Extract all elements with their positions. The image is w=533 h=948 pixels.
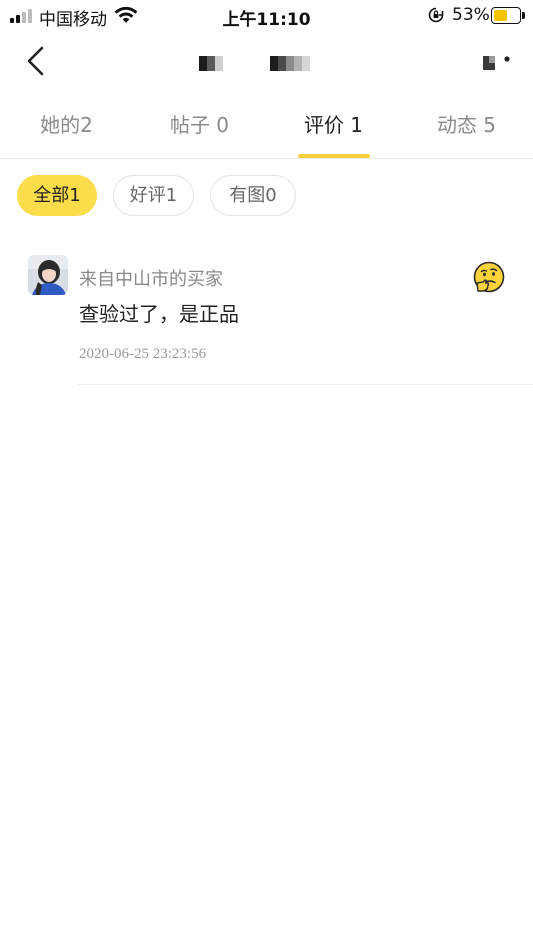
review-content: 查验过了，是正品 xyxy=(79,302,239,326)
review-filters: 全部1 好评1 有图0 xyxy=(0,175,533,217)
nav-bar xyxy=(0,32,533,90)
more-icon[interactable] xyxy=(478,50,514,76)
tab-hers[interactable]: 她的2 xyxy=(0,96,133,158)
tab-reviews[interactable]: 评价 1 xyxy=(267,96,400,158)
blurred-title xyxy=(270,56,310,71)
blurred-username xyxy=(199,56,223,71)
review-buyer-label: 来自中山市的买家 xyxy=(79,269,223,290)
thinking-face-emoji-icon xyxy=(473,261,505,293)
review-item[interactable]: 来自中山市的买家 查验过了，是正品 2020-06-25 23:23:56 xyxy=(0,243,533,385)
tab-activity[interactable]: 动态 5 xyxy=(400,96,533,158)
battery-percent: 53% xyxy=(452,5,490,25)
avatar[interactable] xyxy=(28,255,68,295)
status-bar: 中国移动 上午11:10 53% xyxy=(0,0,533,32)
battery-icon xyxy=(491,7,521,24)
battery-level xyxy=(494,10,507,21)
filter-with-photo-chip[interactable]: 有图0 xyxy=(210,175,296,216)
review-divider xyxy=(78,384,533,385)
battery-tip xyxy=(522,12,525,19)
screen: 中国移动 上午11:10 53% 她的2 帖子 0 评价 1 动态 5 全部1 … xyxy=(0,0,533,948)
active-tab-indicator xyxy=(298,154,370,158)
review-date: 2020-06-25 23:23:56 xyxy=(79,346,207,362)
filter-positive-chip[interactable]: 好评1 xyxy=(113,175,194,216)
tab-posts[interactable]: 帖子 0 xyxy=(133,96,266,158)
chevron-left-icon[interactable] xyxy=(20,42,54,80)
orientation-lock-icon xyxy=(428,7,444,23)
profile-tabs: 她的2 帖子 0 评价 1 动态 5 xyxy=(0,96,533,159)
filter-all-chip[interactable]: 全部1 xyxy=(17,175,97,216)
